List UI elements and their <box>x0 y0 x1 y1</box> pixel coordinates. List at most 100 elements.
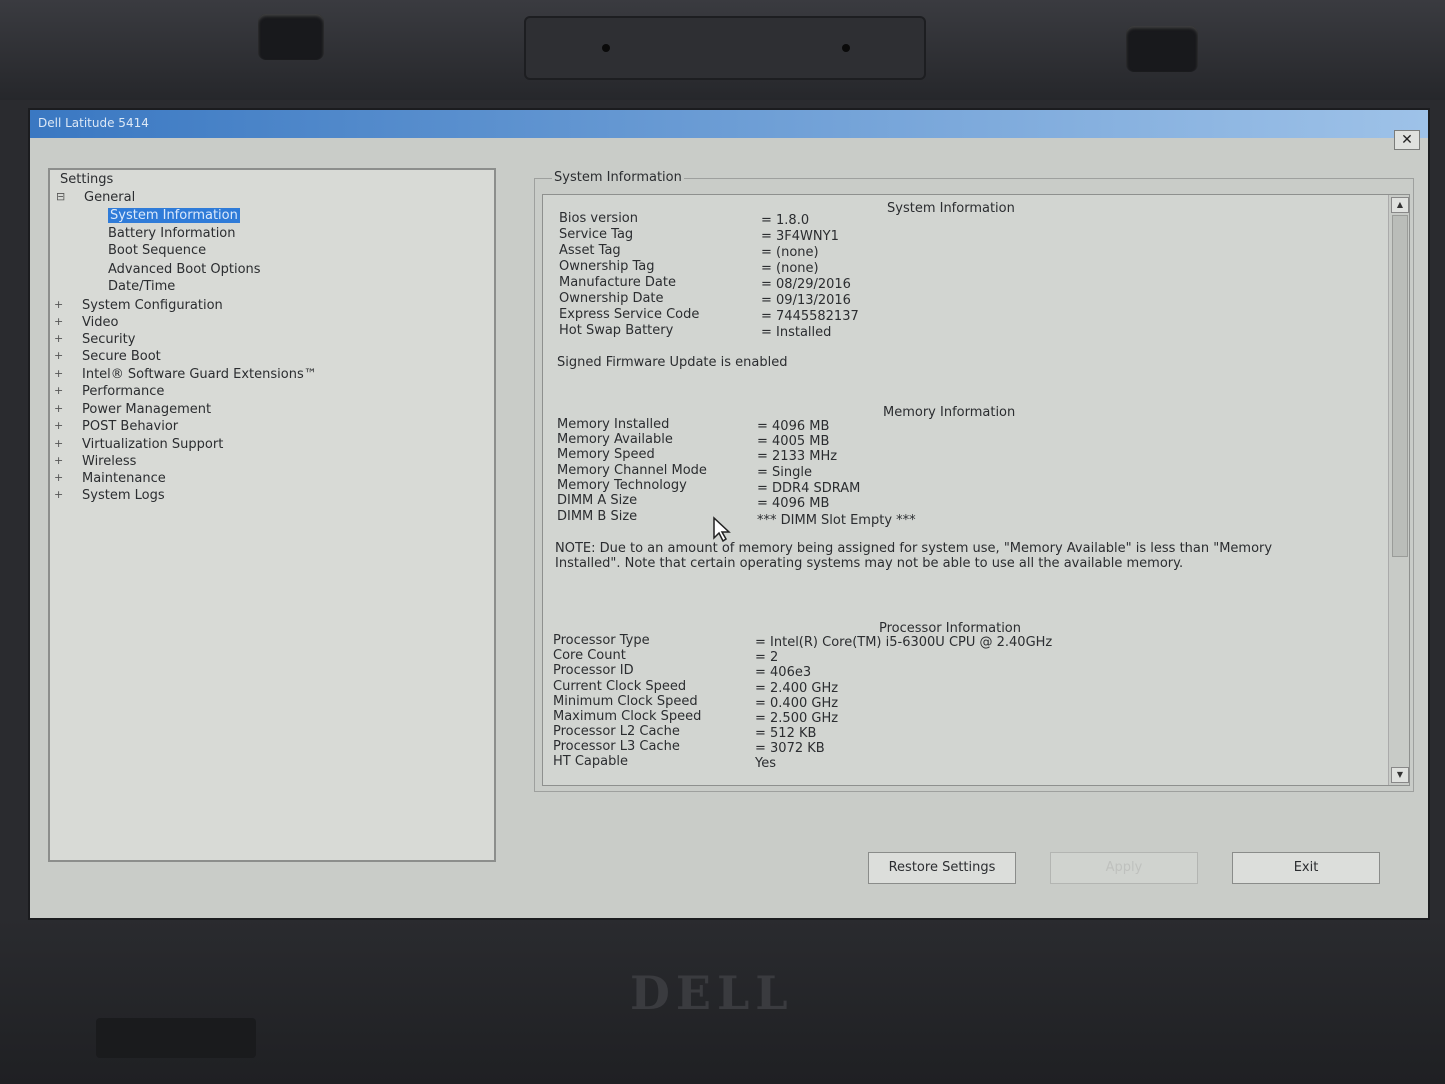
info-value: = 7445582137 <box>761 309 859 324</box>
mouse-pointer-icon <box>713 516 731 542</box>
info-value: = DDR4 SDRAM <box>757 481 861 496</box>
info-key: DIMM A Size <box>557 493 638 508</box>
info-value: = Intel(R) Core(TM) i5-6300U CPU @ 2.40G… <box>755 635 1053 650</box>
expand-icon[interactable]: + <box>54 454 63 467</box>
info-key: Manufacture Date <box>559 275 676 290</box>
apply-button[interactable]: Apply <box>1050 852 1198 884</box>
system-heading: System Information <box>887 201 1015 216</box>
scroll-up-arrow-icon[interactable]: ▲ <box>1391 197 1409 213</box>
tree-root-settings[interactable]: Settings <box>60 172 113 187</box>
info-value: = 2.400 GHz <box>755 681 839 696</box>
memory-note: NOTE: Due to an amount of memory being a… <box>555 541 1273 571</box>
expand-icon[interactable]: + <box>54 367 63 380</box>
info-key: HT Capable <box>553 754 628 769</box>
info-key: Maximum Clock Speed <box>553 709 702 724</box>
info-key: Memory Technology <box>557 478 687 493</box>
close-button[interactable]: ✕ <box>1394 130 1420 150</box>
scroll-down-arrow-icon[interactable]: ▼ <box>1391 767 1409 783</box>
info-key: Ownership Date <box>559 291 664 306</box>
info-key: Express Service Code <box>559 307 700 322</box>
scroll-thumb[interactable] <box>1392 215 1408 557</box>
tree-item-system-logs[interactable]: System Logs <box>82 488 165 503</box>
info-value: Yes <box>755 756 776 771</box>
tree-item-general[interactable]: General <box>84 190 135 205</box>
expand-icon[interactable]: + <box>54 488 63 501</box>
info-value: *** DIMM Slot Empty *** <box>757 513 916 528</box>
info-value: = (none) <box>761 261 819 276</box>
info-key: Hot Swap Battery <box>559 323 674 338</box>
tree-item-system-configuration[interactable]: System Configuration <box>82 298 223 313</box>
hinge-foot <box>96 1018 256 1058</box>
expand-icon[interactable]: + <box>54 419 63 432</box>
expand-icon[interactable]: + <box>54 402 63 415</box>
group-title: System Information <box>552 170 684 185</box>
tree-item-performance[interactable]: Performance <box>82 384 164 399</box>
info-scrollbar[interactable]: ▲ ▼ <box>1388 195 1409 785</box>
tree-item-maintenance[interactable]: Maintenance <box>82 471 166 486</box>
window-titlebar: Dell Latitude 5414 <box>30 110 1428 138</box>
info-value: = 4096 MB <box>757 419 830 434</box>
info-key: Memory Speed <box>557 447 655 462</box>
expand-icon[interactable]: + <box>54 437 63 450</box>
tree-item-wireless[interactable]: Wireless <box>82 454 136 469</box>
info-value: = 4096 MB <box>757 496 830 511</box>
expand-icon[interactable]: + <box>54 315 63 328</box>
exit-button[interactable]: Exit <box>1232 852 1380 884</box>
firmware-note: Signed Firmware Update is enabled <box>557 355 788 370</box>
info-value: = 1.8.0 <box>761 213 810 228</box>
tree-item-security[interactable]: Security <box>82 332 135 347</box>
info-value: = (none) <box>761 245 819 260</box>
restore-settings-button[interactable]: Restore Settings <box>868 852 1016 884</box>
collapse-icon[interactable]: ⊟ <box>56 190 65 203</box>
expand-icon[interactable]: + <box>54 349 63 362</box>
tree-item-sgx[interactable]: Intel® Software Guard Extensions™ <box>82 367 317 382</box>
system-info-box[interactable]: System Information Bios version = 1.8.0 … <box>542 194 1410 786</box>
lid-bumper-left <box>258 14 324 60</box>
info-key: Processor L3 Cache <box>553 739 680 754</box>
info-value: = 3F4WNY1 <box>761 229 839 244</box>
info-value: = 4005 MB <box>757 434 830 449</box>
info-value: = Single <box>757 465 812 480</box>
info-key: Processor ID <box>553 663 634 678</box>
info-value: = 2 <box>755 650 779 665</box>
window-title: Dell Latitude 5414 <box>38 116 149 130</box>
info-key: Memory Channel Mode <box>557 463 707 478</box>
memory-heading: Memory Information <box>883 405 1016 420</box>
lid-bumper-right <box>1126 26 1198 72</box>
tree-item-secure-boot[interactable]: Secure Boot <box>82 349 161 364</box>
tree-item-advanced-boot-options[interactable]: Advanced Boot Options <box>108 262 261 277</box>
tree-item-boot-sequence[interactable]: Boot Sequence <box>108 243 206 258</box>
expand-icon[interactable]: + <box>54 332 63 345</box>
tree-item-video[interactable]: Video <box>82 315 118 330</box>
info-key: Ownership Tag <box>559 259 655 274</box>
webcam-lens <box>602 44 610 52</box>
info-key: Asset Tag <box>559 243 621 258</box>
settings-tree: Settings ⊟ General System Information Ba… <box>48 168 496 862</box>
tree-item-post-behavior[interactable]: POST Behavior <box>82 419 178 434</box>
info-key: Processor Type <box>553 633 650 648</box>
info-value: = 512 KB <box>755 726 817 741</box>
processor-heading: Processor Information <box>879 621 1021 636</box>
webcam-bar <box>524 16 926 80</box>
info-key: Memory Installed <box>557 417 670 432</box>
info-key: DIMM B Size <box>557 509 638 524</box>
info-key: Minimum Clock Speed <box>553 694 698 709</box>
info-key: Bios version <box>559 211 639 226</box>
tree-item-virtualization-support[interactable]: Virtualization Support <box>82 437 223 452</box>
tree-item-power-management[interactable]: Power Management <box>82 402 211 417</box>
tree-item-battery-information[interactable]: Battery Information <box>108 226 236 241</box>
info-value: = Installed <box>761 325 832 340</box>
tree-item-system-information[interactable]: System Information <box>108 208 240 223</box>
info-value: = 09/13/2016 <box>761 293 851 308</box>
info-value: = 2.500 GHz <box>755 711 839 726</box>
info-value: = 406e3 <box>755 665 812 680</box>
expand-icon[interactable]: + <box>54 298 63 311</box>
info-key: Processor L2 Cache <box>553 724 680 739</box>
info-key: Memory Available <box>557 432 673 447</box>
info-value: = 0.400 GHz <box>755 696 839 711</box>
expand-icon[interactable]: + <box>54 384 63 397</box>
tree-item-date-time[interactable]: Date/Time <box>108 279 175 294</box>
info-key: Core Count <box>553 648 626 663</box>
expand-icon[interactable]: + <box>54 471 63 484</box>
bios-window: Dell Latitude 5414 ✕ Settings ⊟ General … <box>28 108 1430 920</box>
